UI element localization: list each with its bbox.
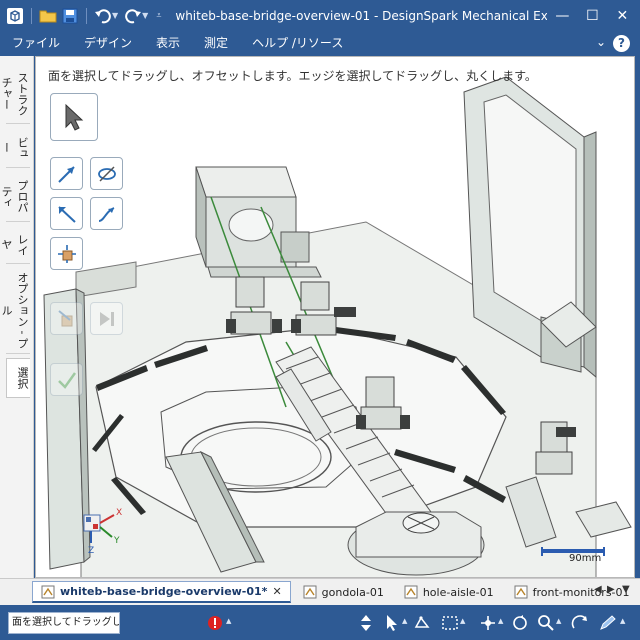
scroll-tabs-right-icon[interactable]: ▶ [607,584,615,595]
document-icon [41,585,55,598]
doc-tab-label: gondola-01 [321,585,384,599]
window-title: whiteb-base-bridge-overview-01 - DesignS… [175,8,548,23]
rotate-view-icon[interactable] [570,613,590,633]
redo-icon[interactable] [122,5,144,27]
tab-layers[interactable]: レイヤ [0,226,30,264]
tab-options-pull[interactable]: オプション - プル [0,268,30,354]
box-select-dropdown-icon[interactable]: ▲ [460,617,465,625]
select-pointer-icon[interactable] [382,613,402,633]
axis-x-label: X [116,508,122,518]
save-icon[interactable] [59,5,81,27]
doc-tab-label: hole-aisle-01 [422,585,494,599]
scroll-tabs-left-icon[interactable]: ◀ [594,584,602,595]
tab-selection[interactable]: 選択 [6,358,30,398]
tool-hint-text: 面を選択してドラッグし、オフセットします。エッジを選択してドラッグし、丸くします… [48,69,537,83]
complete-check-icon[interactable] [50,363,83,396]
menu-help-resources[interactable]: ヘルプ /リソース [240,31,355,56]
tab-view[interactable]: ビュー [0,128,30,168]
doc-tab[interactable]: gondola-01 [295,581,392,603]
close-icon[interactable]: ✕ [607,0,637,31]
select-arrow-icon[interactable] [50,93,98,141]
ruler-pull-icon[interactable] [50,197,83,230]
menu-display[interactable]: 表示 [144,31,192,56]
document-tabs: whiteb-base-bridge-overview-01* ✕ gondol… [0,578,640,605]
lasso-icon[interactable] [412,613,432,633]
zoom-icon[interactable] [536,613,556,633]
pencil-icon[interactable] [598,613,618,633]
menu-design[interactable]: デザイン [72,31,144,56]
tab-properties[interactable]: プロパティ [0,172,30,222]
undo-icon[interactable] [92,5,114,27]
side-panel-tabs: ストラクチャー ビュー プロパティ レイヤ オプション - プル 選択 [0,56,34,578]
up-to-icon[interactable] [50,302,83,335]
toolbar-separator [31,7,32,24]
status-bar: 面を選択してドラッグし、オ ▲ ▲ ▲ ▲ ▲ [0,605,640,640]
scale-bar-label: 90mm [569,553,602,564]
collapse-ribbon-icon[interactable]: ⌄ [596,35,606,49]
pivot-icon[interactable] [50,237,83,270]
axis-triad: X Y Z [83,508,122,556]
menu-bar: ファイル デザイン 表示 測定 ヘルプ /リソース ⌄ ? [0,31,640,56]
tab-structure[interactable]: ストラクチャー [0,64,30,124]
menu-file[interactable]: ファイル [0,31,72,56]
doc-tab[interactable]: front-monitors-01 [506,581,638,603]
doc-tab-label: whiteb-base-bridge-overview-01* [60,585,268,598]
app-logo-icon[interactable] [4,5,26,27]
axis-y-label: Y [113,536,120,546]
model-scene[interactable] [36,57,635,578]
orient-dropdown-icon[interactable]: ▲ [498,617,503,625]
customize-icon[interactable]: ⩡ [156,11,161,21]
status-message: 面を選択してドラッグし、オ [8,611,120,634]
document-icon [514,585,528,599]
select-mode-dropdown-icon[interactable]: ▲ [402,617,407,625]
error-dropdown-icon[interactable]: ▲ [226,617,231,625]
menu-measure[interactable]: 測定 [192,31,240,56]
direction-arrow-icon[interactable] [50,157,83,190]
doc-tab[interactable]: hole-aisle-01 [396,581,502,603]
scroll-arrows-icon[interactable] [356,613,376,633]
orient-icon[interactable] [478,613,498,633]
tab-list-icon[interactable]: ▼ [622,584,630,595]
box-select-icon[interactable] [440,613,460,633]
document-icon [303,585,317,599]
title-bar: ▼ ▼ ⩡ whiteb-base-bridge-overview-01 - D… [0,0,640,31]
redo-dropdown-icon[interactable]: ▼ [142,11,148,20]
help-icon[interactable]: ? [613,35,630,52]
document-icon [404,585,418,599]
doc-tab-active[interactable]: whiteb-base-bridge-overview-01* ✕ [32,581,291,603]
sweep-icon[interactable] [90,197,123,230]
error-icon[interactable] [205,613,225,633]
close-tab-icon[interactable]: ✕ [272,585,281,598]
toolbar-separator [86,7,87,24]
open-folder-icon[interactable] [37,5,59,27]
pencil-dropdown-icon[interactable]: ▲ [620,617,625,625]
design-viewport[interactable]: 面を選択してドラッグし、オフセットします。エッジを選択してドラッグし、丸くします… [35,56,635,578]
zoom-dropdown-icon[interactable]: ▲ [556,617,561,625]
undo-dropdown-icon[interactable]: ▼ [112,11,118,20]
minimize-icon[interactable]: — [547,0,577,31]
spin-icon[interactable] [510,613,530,633]
revolve-axis-icon[interactable] [90,157,123,190]
axis-z-label: Z [88,546,94,556]
full-pull-icon[interactable] [90,302,123,335]
application-window: ▼ ▼ ⩡ whiteb-base-bridge-overview-01 - D… [0,0,640,640]
maximize-icon[interactable]: ☐ [577,0,607,31]
